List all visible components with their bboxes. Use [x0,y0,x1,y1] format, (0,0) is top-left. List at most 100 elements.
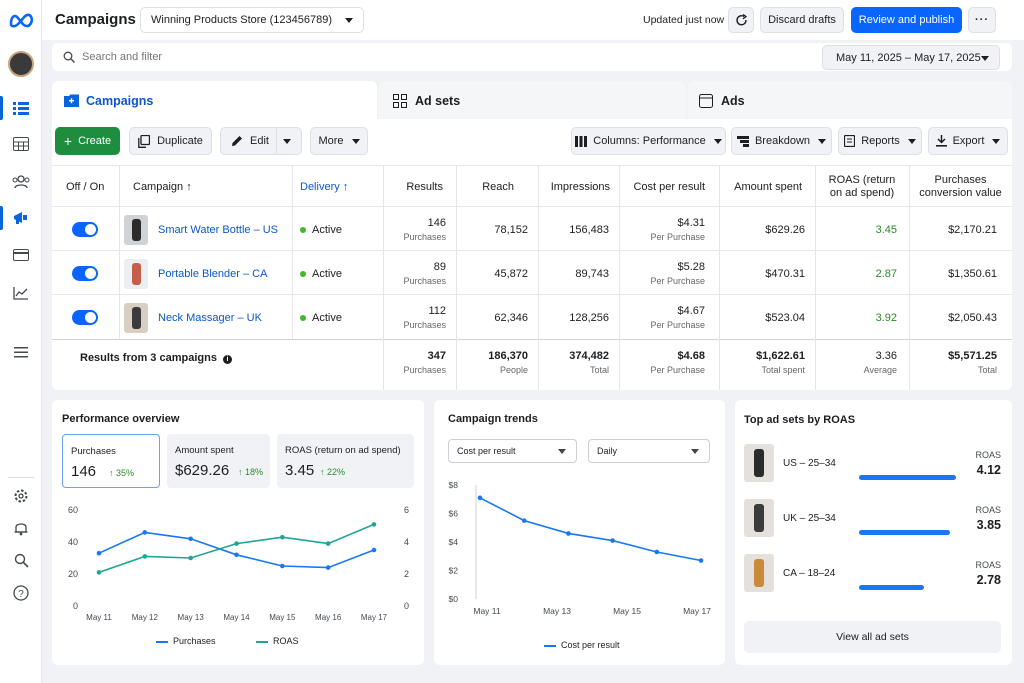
adset-roas-bar [859,585,924,590]
discard-drafts-button[interactable]: Discard drafts [760,7,844,33]
review-publish-button[interactable]: Review and publish [851,7,962,33]
x-tick-label: May 11 [86,613,112,622]
menu-icon[interactable] [9,340,33,364]
campaign-toggle[interactable] [72,222,98,237]
metric-amount-spent[interactable]: Amount spent $629.26 ↑ 18% [167,434,270,488]
data-point [371,522,377,527]
trends-legend: Cost per result [544,640,620,650]
search-input[interactable] [82,48,382,66]
y-tick-label: $8 [449,480,459,490]
campaign-toggle[interactable] [72,310,98,325]
reach-cell: 78,152 [494,224,528,236]
create-button[interactable]: + Create [55,127,120,155]
settings-icon[interactable] [9,484,33,508]
x-tick-label: May 17 [683,606,711,616]
account-selector[interactable]: Winning Products Store (123456789) [140,7,364,33]
product-thumbnail [124,303,148,333]
arrow-up-icon: ↑ [109,468,114,478]
metric-select[interactable]: Cost per result [448,439,577,463]
col-header-onoff[interactable]: Off / On [66,181,104,193]
data-point [325,541,331,546]
refresh-button[interactable] [728,7,754,33]
data-point [521,518,527,523]
more-button[interactable]: More [310,127,368,155]
analytics-icon[interactable] [9,281,33,305]
reports-button[interactable]: Reports [838,127,922,155]
col-header-impressions[interactable]: Impressions [538,181,610,193]
reach-cell: 62,346 [494,312,528,324]
col-header-cost-per-result[interactable]: Cost per result [619,181,705,193]
campaign-name-link[interactable]: Neck Massager – UK [158,312,262,324]
product-thumbnail [124,215,148,245]
x-tick-label: May 13 [178,613,205,622]
adset-roas-label: ROAS [975,560,1001,570]
col-header-campaign[interactable]: Campaign ↑ [133,181,192,193]
y2-tick-label: 4 [404,537,409,547]
arrow-up-icon: ↑ [320,467,325,477]
more-options-button[interactable]: ··· [968,7,996,33]
info-icon[interactable]: i [223,355,232,364]
reports-icon [844,135,856,147]
megaphone-icon[interactable] [0,206,33,230]
metric-purchases[interactable]: Purchases 146 ↑ 35% [62,434,160,488]
billing-icon[interactable] [9,243,33,267]
campaign-name-link[interactable]: Portable Blender – CA [158,268,267,280]
data-point [188,555,193,561]
x-tick-label: May 13 [543,606,571,616]
notifications-icon[interactable] [9,516,33,540]
breakdown-icon [736,135,749,147]
breakdown-button[interactable]: Breakdown [731,127,832,155]
folder-icon [64,94,79,107]
search-icon[interactable] [9,548,33,572]
adset-name: US – 25–34 [783,458,836,469]
data-point [234,541,239,546]
tab-ad-sets[interactable]: Ad sets [379,81,685,120]
top-bar: Campaigns Winning Products Store (123456… [42,0,1024,40]
help-icon[interactable]: ? [9,581,33,605]
pencil-icon [232,136,242,146]
chevron-down-icon [992,138,1001,144]
columns-button[interactable]: Columns: Performance [571,127,726,155]
totals-reach: 186,370 People [488,350,528,375]
chevron-down-icon [558,449,566,454]
export-button[interactable]: Export [928,127,1008,155]
data-point [371,547,377,553]
ad-icon [699,94,713,108]
col-header-delivery[interactable]: Delivery ↑ [300,181,348,193]
status-dot [300,315,306,322]
totals-amount-spent: $1,622.61 Total spent [756,350,805,375]
col-header-amount-spent[interactable]: Amount spent [719,181,802,193]
date-range-picker[interactable]: May 11, 2025 – May 17, 2025 [822,45,1000,70]
col-header-reach[interactable]: Reach [456,181,514,193]
adset-roas-bar [859,530,950,535]
x-tick-label: May 11 [473,606,501,616]
edit-button[interactable]: Edit [220,127,302,155]
view-all-adsets-button[interactable]: View all ad sets [744,621,1001,653]
period-select[interactable]: Daily [588,439,710,463]
campaign-name-link[interactable]: Smart Water Bottle – US [158,224,278,236]
chevron-down-icon[interactable] [283,139,291,144]
tab-ads-label: Ads [721,94,745,108]
y-tick-label: $0 [449,594,459,604]
col-header-purchases-conversion-value[interactable]: Purchases conversion value [909,174,1012,200]
campaign-toggle[interactable] [72,266,98,281]
search-icon [63,51,75,63]
tab-ads[interactable]: Ads [688,81,1012,120]
top-adsets-title: Top ad sets by ROAS [744,414,856,426]
meta-logo[interactable] [9,12,35,28]
duplicate-button[interactable]: Duplicate [129,127,212,155]
top-adsets-card: Top ad sets by ROAS US – 25–34 ROAS 4.12 UK… [735,400,1012,665]
col-header-roas[interactable]: ROAS (return on ad spend) [815,174,909,200]
campaigns-table-card: + Create Duplicate Edit More Columns: Per… [52,119,1012,390]
metric-roas[interactable]: ROAS (return on ad spend) 3.45 ↑ 22% [277,434,414,488]
avatar[interactable] [8,51,34,77]
audience-icon[interactable] [9,170,33,194]
adset-name: CA – 18–24 [783,568,836,579]
x-tick-label: May 12 [132,613,159,622]
tab-campaigns[interactable]: Campaigns [52,81,377,120]
col-header-results[interactable]: Results [383,181,443,193]
campaigns-list-icon[interactable] [0,96,33,120]
table-icon[interactable] [9,132,33,156]
y-tick-label: $6 [449,509,459,519]
adset-roas-label: ROAS [975,505,1001,515]
